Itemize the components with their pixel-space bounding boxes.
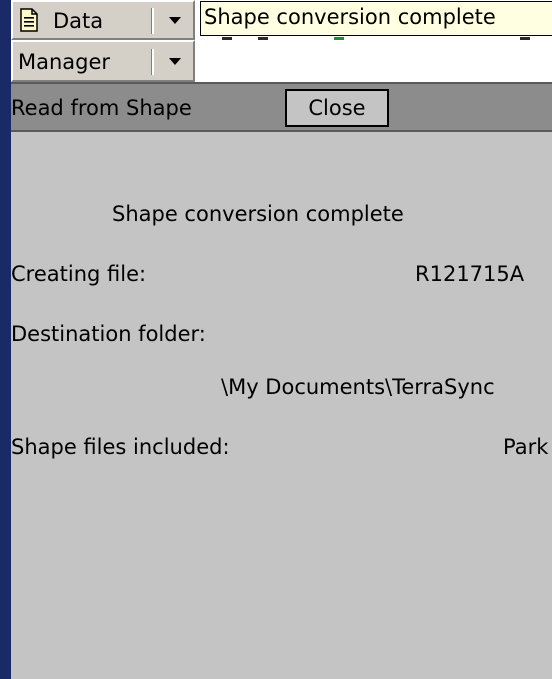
app-window: Data Shape conversion complete Manager R… bbox=[0, 0, 552, 679]
tooltip: Shape conversion complete bbox=[200, 1, 552, 36]
creating-file-value: R121715A bbox=[415, 262, 525, 286]
close-button[interactable]: Close bbox=[285, 89, 389, 127]
shape-files-label: Shape files included: bbox=[11, 435, 230, 459]
manager-toolbar: Manager bbox=[11, 40, 552, 82]
chevron-down-icon[interactable] bbox=[169, 17, 181, 24]
shape-files-value: Park bbox=[503, 435, 549, 459]
destination-folder-value: \My Documents\TerraSync bbox=[221, 375, 495, 399]
document-icon bbox=[20, 8, 38, 32]
status-message: Shape conversion complete bbox=[112, 202, 404, 226]
window-border bbox=[0, 0, 11, 679]
data-dropdown-label: Data bbox=[53, 9, 104, 33]
data-dropdown[interactable]: Data bbox=[11, 0, 195, 40]
chevron-down-icon[interactable] bbox=[169, 58, 181, 65]
top-toolbar: Data Shape conversion complete bbox=[11, 0, 552, 40]
manager-dropdown[interactable]: Manager bbox=[11, 40, 195, 82]
destination-folder-label: Destination folder: bbox=[11, 322, 206, 346]
tooltip-text: Shape conversion complete bbox=[204, 5, 496, 29]
dropdown-separator bbox=[151, 8, 154, 34]
conversion-panel: Shape conversion complete Creating file:… bbox=[11, 132, 552, 679]
manager-dropdown-label: Manager bbox=[18, 50, 111, 74]
section-title: Read from Shape bbox=[11, 96, 192, 120]
creating-file-label: Creating file: bbox=[11, 262, 147, 286]
section-header: Read from Shape Close bbox=[11, 82, 552, 132]
dropdown-separator bbox=[151, 49, 154, 75]
